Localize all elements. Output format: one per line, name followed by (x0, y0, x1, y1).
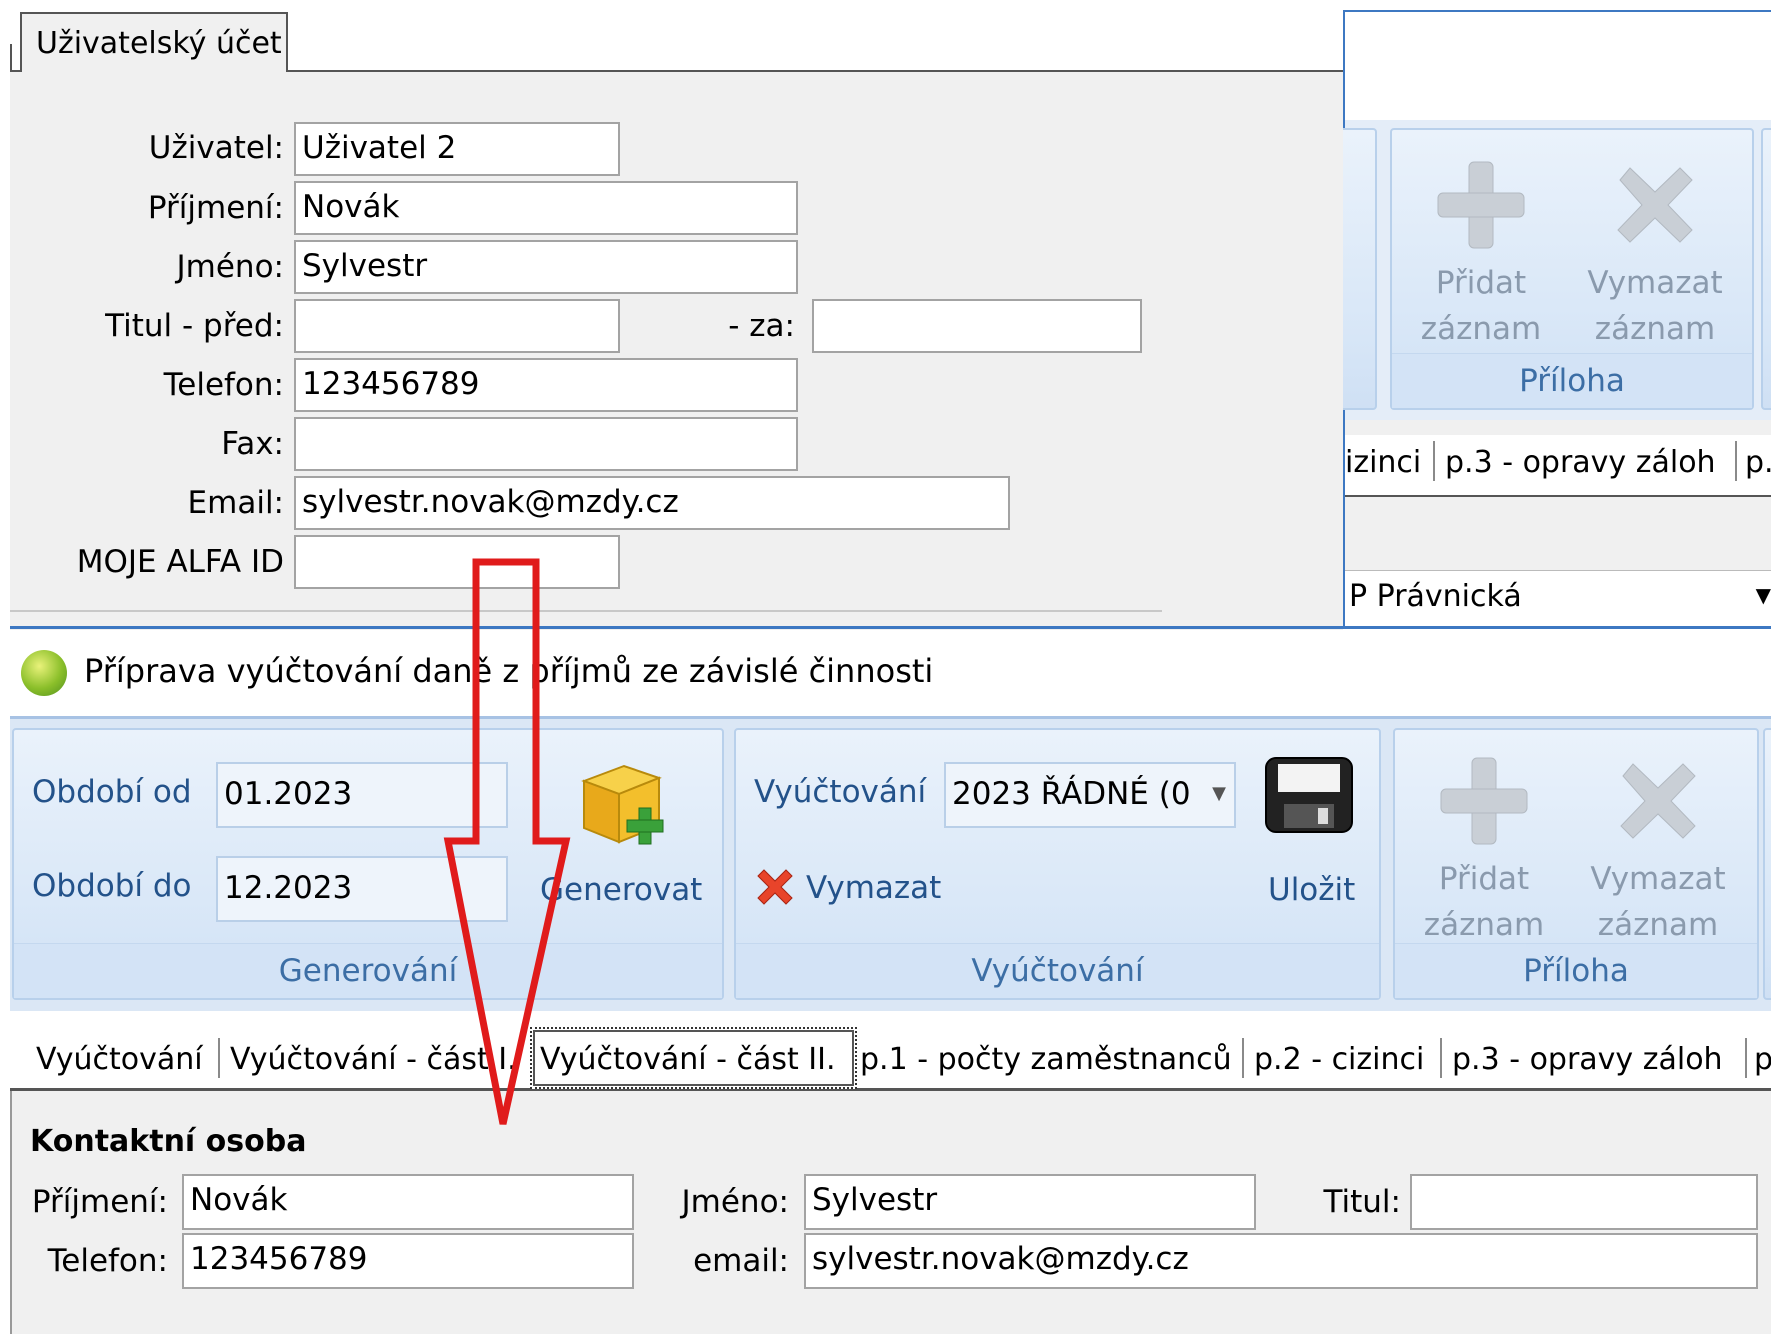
title-after-label: - za: (728, 308, 795, 344)
name-label: Jméno: (176, 249, 284, 285)
alfa-id-label: MOJE ALFA ID (76, 544, 284, 580)
tab-p3-opravy[interactable]: p.3 - opravy záloh (1452, 1042, 1723, 1077)
tab-partial-p[interactable]: p (1754, 1042, 1771, 1077)
contact-surname-label: Příjmení: (31, 1184, 168, 1220)
vyuctovani-group-caption: Vyúčtování (736, 943, 1379, 998)
add-record-button[interactable]: Přidat záznam (1409, 744, 1559, 944)
plus-icon (1440, 757, 1528, 845)
phone-input[interactable]: 123456789 (294, 358, 798, 412)
bg-add-label-2: záznam (1420, 311, 1542, 347)
billing-select-value: 2023 ŘÁDNÉ (0 (952, 776, 1191, 812)
cross-icon (1617, 167, 1693, 243)
phone-label: Telefon: (163, 367, 284, 403)
user-account-tab[interactable]: Uživatelský účet (20, 12, 288, 72)
tab-vyuctovani[interactable]: Vyúčtování (36, 1042, 203, 1077)
annotation-arrow (443, 558, 571, 1125)
priloha-group-caption: Příloha (1395, 943, 1757, 998)
bg-add-record-button[interactable]: Přidat záznam (1406, 142, 1556, 347)
save-button[interactable]: Uložit (1250, 750, 1370, 930)
cross-icon (1620, 763, 1696, 839)
delete-record-label-1: Vymazat (1590, 861, 1726, 897)
delete-record-button[interactable]: Vymazat záznam (1573, 744, 1743, 944)
main-tab-strip: Vyúčtování Vyúčtování - část I. Vyúčtová… (10, 1027, 1771, 1091)
bg-tab-p3[interactable]: p.3 - opravy záloh (1445, 445, 1716, 480)
bg-select-value: P Právnická (1349, 579, 1522, 614)
period-to-label: Období do (32, 868, 192, 904)
bg-delete-label-1: Vymazat (1587, 265, 1723, 301)
add-record-label-2: záznam (1423, 907, 1545, 943)
ribbon-group-priloha: Přidat záznam Vymazat záznam Příloha (1393, 728, 1759, 1000)
bg-ribbon-group-priloha: Přidat záznam Vymazat záznam Příloha (1390, 128, 1754, 410)
contact-name-label: Jméno: (681, 1184, 789, 1220)
main-window-top-border (10, 626, 1771, 629)
title-before-label: Titul - před: (105, 308, 284, 344)
ribbon-group-partial-right (1763, 728, 1771, 1000)
chevron-down-icon: ▼ (1212, 783, 1226, 804)
app-logo-icon (21, 650, 67, 696)
surname-input[interactable]: Novák (294, 181, 798, 235)
email-input[interactable]: sylvestr.novak@mzdy.cz (294, 476, 1010, 530)
contact-email-input[interactable]: sylvestr.novak@mzdy.cz (804, 1233, 1758, 1289)
user-label: Uživatel: (148, 130, 284, 166)
bg-tab-cizinci[interactable]: izinci (1345, 445, 1421, 480)
fax-input[interactable] (294, 417, 798, 471)
bg-group-caption: Příloha (1392, 353, 1752, 408)
bg-tab-p-partial[interactable]: p. (1745, 445, 1771, 480)
contact-name-input[interactable]: Sylvestr (804, 1174, 1256, 1230)
fax-label: Fax: (221, 426, 284, 462)
contact-title-label: Titul: (1323, 1184, 1401, 1220)
bg-tab-strip: izinci p.3 - opravy záloh p. (1345, 435, 1771, 497)
period-from-label: Období od (32, 774, 192, 810)
background-window: Přidat záznam Vymazat záznam Příloha izi… (1335, 10, 1771, 628)
plus-icon (1437, 161, 1525, 249)
user-account-tab-label: Uživatelský účet (36, 26, 282, 61)
bg-delete-record-button[interactable]: Vymazat záznam (1570, 142, 1740, 347)
user-input[interactable]: Uživatel 2 (294, 122, 620, 176)
delete-x-icon (757, 869, 793, 905)
bg-window-top-area (1345, 10, 1771, 122)
surname-label: Příjmení: (147, 190, 284, 226)
contact-phone-label: Telefon: (47, 1243, 168, 1279)
tab-p2-cizinci[interactable]: p.2 - cizinci (1254, 1042, 1424, 1077)
email-label: Email: (187, 485, 284, 521)
billing-select[interactable]: 2023 ŘÁDNÉ (0 ▼ (944, 762, 1236, 828)
bg-add-label-1: Přidat (1435, 265, 1527, 301)
delete-billing-button[interactable]: Vymazat (754, 860, 954, 920)
bg-delete-label-2: záznam (1594, 311, 1716, 347)
add-record-label-1: Přidat (1438, 861, 1530, 897)
delete-billing-label: Vymazat (806, 870, 942, 906)
title-after-input[interactable] (812, 299, 1142, 353)
bg-select[interactable]: P Právnická ▼ (1345, 570, 1771, 627)
contact-surname-input[interactable]: Novák (182, 1174, 634, 1230)
tab-p1-pocty[interactable]: p.1 - počty zaměstnanců (860, 1042, 1232, 1077)
ribbon-group-vyuctovani: Vyúčtování 2023 ŘÁDNÉ (0 ▼ Vymazat Uloži… (734, 728, 1381, 1000)
save-label: Uložit (1268, 872, 1356, 908)
contact-heading: Kontaktní osoba (30, 1124, 307, 1159)
contact-title-input[interactable] (1410, 1174, 1758, 1230)
save-floppy-icon (1265, 757, 1353, 833)
contact-email-label: email: (693, 1243, 789, 1279)
billing-select-label: Vyúčtování (754, 774, 927, 810)
title-before-input[interactable] (294, 299, 620, 353)
contact-phone-input[interactable]: 123456789 (182, 1233, 634, 1289)
delete-record-label-2: záznam (1597, 907, 1719, 943)
bg-ribbon-group-partial-right (1761, 128, 1771, 410)
name-input[interactable]: Sylvestr (294, 240, 798, 294)
tab-corner-line (10, 44, 12, 72)
chevron-down-icon: ▼ (1755, 583, 1771, 607)
